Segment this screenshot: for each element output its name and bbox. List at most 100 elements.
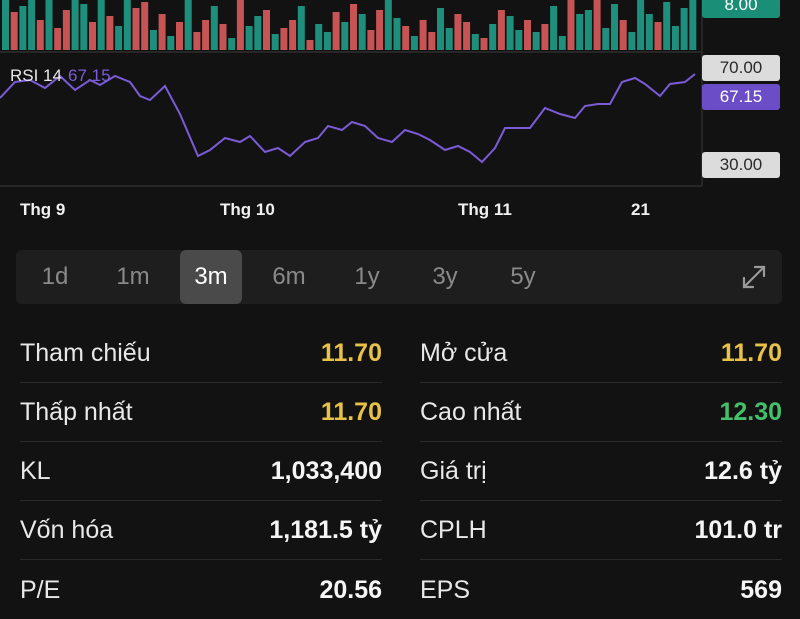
volume-bar [497, 10, 505, 50]
timeframe-selector: 1d 1m 3m 6m 1y 3y 5y [16, 250, 782, 304]
rsi-lower-level-label: 30.00 [702, 152, 780, 178]
rsi-line [0, 73, 696, 164]
volume-bar [245, 26, 253, 50]
volume-bar [341, 22, 349, 50]
market-cap-value: 1,181.5 tỷ [269, 516, 382, 544]
volume-bar [28, 0, 36, 50]
volume-bar [437, 8, 444, 50]
timeframe-1d-button[interactable]: 1d [16, 250, 94, 304]
timeframe-3y-button[interactable]: 3y [406, 250, 484, 304]
volume-bar [123, 0, 131, 50]
volume-bar [2, 0, 9, 50]
timeframe-5y-button[interactable]: 5y [484, 250, 562, 304]
high-price-label: Cao nhất [420, 398, 522, 426]
volume-bar [637, 0, 645, 50]
x-axis-label-21: 21 [631, 200, 650, 219]
turnover-value: 12.6 tỷ [704, 457, 782, 485]
volume-bar [97, 0, 105, 50]
stat-row-low: Thấp nhất 11.70 [20, 384, 382, 442]
volume-bar [358, 14, 366, 50]
volume-bar [132, 8, 140, 50]
volume-bar [541, 24, 549, 50]
volume-bar [445, 28, 453, 50]
volume-bar [106, 16, 114, 50]
volume-bar [254, 16, 262, 50]
low-price-value: 11.70 [320, 398, 382, 426]
eps-value: 569 [740, 575, 782, 604]
rsi-legend: RSI 14 67.15 [10, 66, 111, 86]
expand-chart-button[interactable] [738, 261, 770, 293]
volume-bar [10, 12, 18, 50]
stat-row-reference: Tham chiếu 11.70 [20, 325, 382, 383]
high-price-value: 12.30 [719, 398, 782, 426]
volume-bar [619, 20, 627, 50]
timeframe-6m-button[interactable]: 6m [250, 250, 328, 304]
volume-bar [62, 10, 70, 50]
stat-row-pe: P/E 20.56 [20, 561, 382, 619]
timeframe-1y-button[interactable]: 1y [328, 250, 406, 304]
stat-row-market-cap: Vốn hóa 1,181.5 tỷ [20, 502, 382, 560]
volume-bar [315, 24, 323, 50]
x-axis-label-nov: Thg 11 [458, 200, 512, 219]
open-price-value: 11.70 [720, 339, 782, 367]
rsi-upper-level-label: 70.00 [702, 55, 780, 81]
pe-label: P/E [20, 575, 61, 604]
volume-value: 1,033,400 [270, 457, 382, 485]
reference-price-value: 11.70 [320, 339, 382, 367]
chart-canvas[interactable] [0, 0, 800, 230]
open-price-label: Mở cửa [420, 339, 508, 367]
volume-bar [271, 34, 279, 50]
volume-bar [176, 22, 183, 50]
stat-row-volume: KL 1,033,400 [20, 443, 382, 501]
volume-bar [671, 26, 679, 50]
volume-bar [350, 4, 357, 50]
volume-bar [45, 0, 53, 50]
volume-bar [19, 6, 27, 50]
volume-bar [689, 0, 697, 50]
volume-bar [410, 36, 418, 50]
volume-bar [428, 32, 436, 50]
volume-bar [663, 2, 671, 50]
volume-bar [628, 32, 636, 50]
volume-bar [332, 12, 340, 50]
volume-bar [158, 14, 166, 50]
volume-bar [384, 0, 392, 50]
volume-bar [115, 26, 123, 50]
timeframe-1m-button[interactable]: 1m [94, 250, 172, 304]
rsi-indicator-value: 67.15 [67, 66, 111, 85]
expand-icon [742, 265, 766, 289]
volume-bar [280, 28, 288, 50]
volume-bar [593, 0, 601, 50]
timeframe-3m-button[interactable]: 3m [180, 250, 242, 304]
x-axis-label-sep: Thg 9 [20, 200, 66, 219]
volume-bar [80, 4, 88, 50]
volume-bar [202, 20, 210, 50]
volume-bar [193, 32, 201, 50]
pe-value: 20.56 [319, 575, 382, 604]
chart-area[interactable]: 8.00 70.00 67.15 30.00 RSI 14 67.15 Thg 9… [0, 0, 800, 230]
x-axis-label-oct: Thg 10 [220, 200, 275, 219]
volume-bar [306, 40, 314, 50]
volume-bar [323, 32, 331, 50]
volume-axis-label: 8.00 [702, 0, 780, 18]
volume-label: KL [20, 457, 51, 485]
volume-bar [149, 30, 157, 50]
turnover-label: Giá trị [420, 457, 487, 485]
volume-bar [611, 4, 618, 50]
eps-label: EPS [420, 575, 471, 604]
volume-bar [71, 0, 79, 50]
volume-bar [376, 10, 384, 50]
rsi-current-value-label: 67.15 [702, 84, 780, 110]
volume-bar [532, 32, 540, 50]
volume-bar [36, 20, 44, 50]
volume-bar [167, 36, 175, 50]
volume-bar [463, 22, 471, 50]
volume-bar [567, 0, 575, 50]
volume-bar [89, 22, 96, 50]
volume-bar [576, 14, 584, 50]
volume-bar [524, 20, 531, 50]
stat-row-high: Cao nhất 12.30 [420, 384, 782, 442]
volume-bar [602, 28, 610, 50]
volume-bar [393, 18, 401, 50]
volume-bar [645, 14, 653, 50]
